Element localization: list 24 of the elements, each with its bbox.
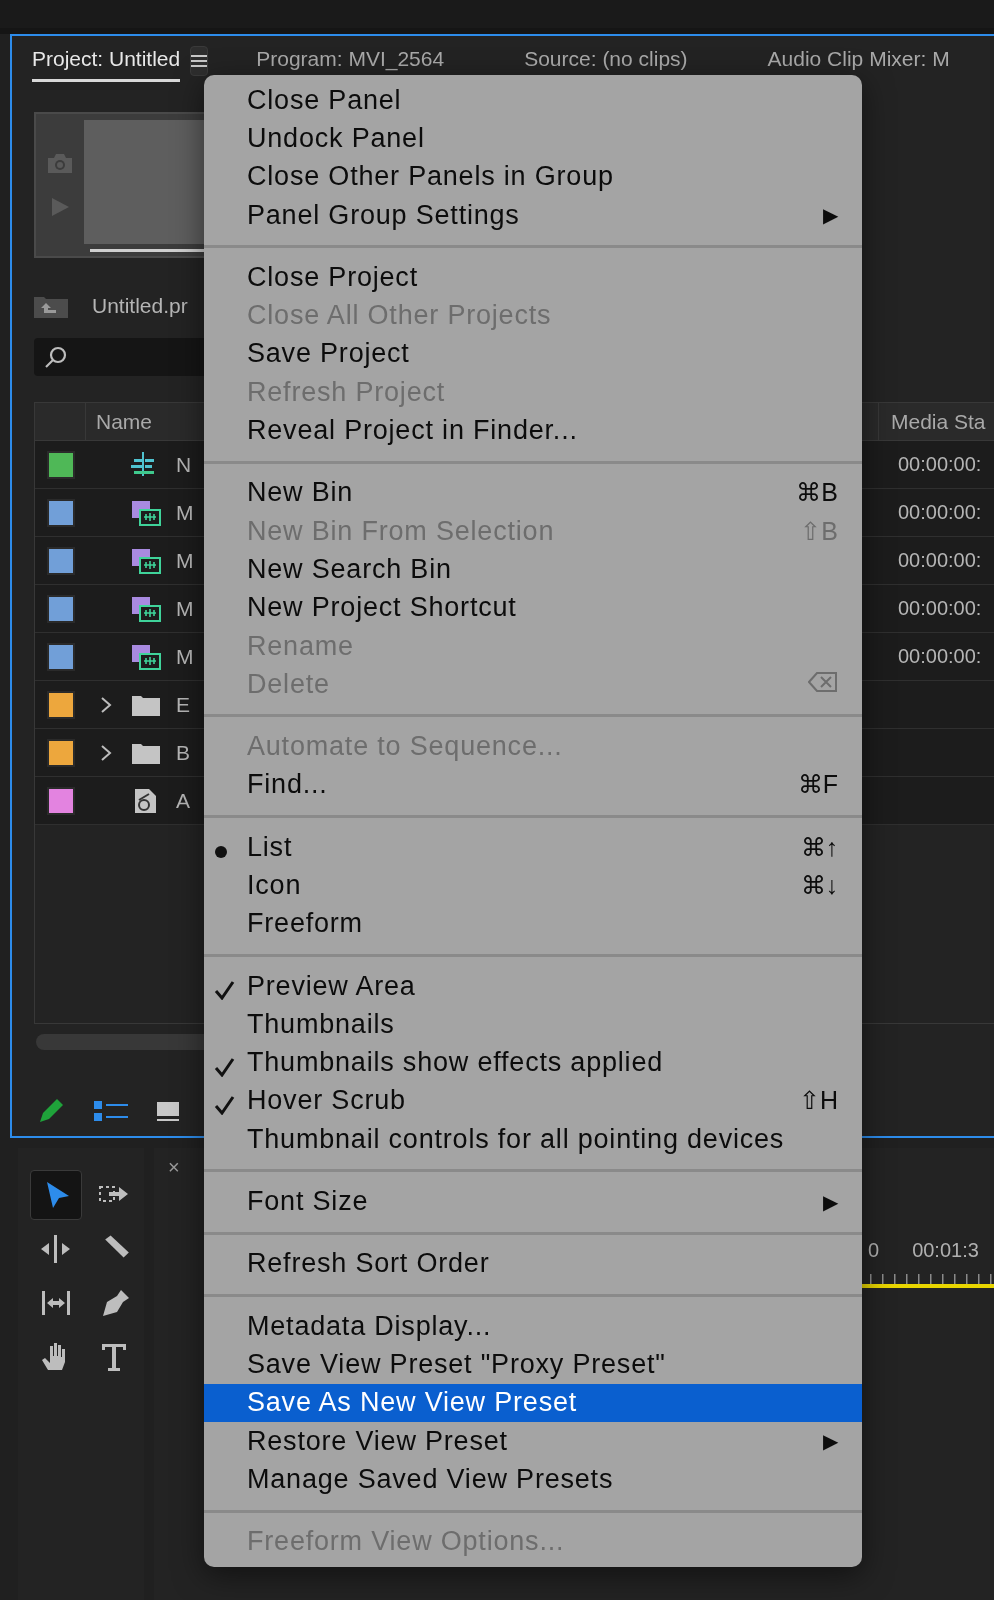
table-cell-text: 00:00:00:	[897, 645, 983, 668]
item-name: A	[176, 788, 190, 813]
shortcut-label: ⌘F	[797, 770, 838, 800]
item-name: M	[176, 548, 194, 573]
item-name: M	[176, 644, 194, 669]
item-name: N	[176, 452, 192, 477]
submenu-arrow: ▶	[823, 1429, 838, 1454]
item-name: M	[176, 500, 194, 525]
item-name: E	[176, 692, 190, 717]
item-name: M	[176, 596, 194, 621]
table-cell-text: 00:00:00:	[897, 501, 983, 524]
submenu-arrow: ▶	[823, 203, 838, 228]
shortcut-label: ⌘B	[796, 478, 838, 508]
timecode-label: 00:01:3	[912, 1239, 979, 1262]
shortcut-label: ⌘↓	[800, 871, 838, 900]
table-cell-text: 00:00:00:	[897, 597, 983, 620]
shortcut-label: ⌘↑	[800, 832, 838, 862]
table-cell-text: 00:00:00:	[897, 549, 983, 572]
project-path: Untitled.pr	[92, 294, 188, 318]
item-name: B	[176, 740, 190, 765]
submenu-arrow: ▶	[823, 1189, 838, 1214]
table-cell-text: 00:00:00:	[897, 453, 983, 476]
shortcut-label: ⇧H	[798, 1086, 838, 1116]
timecode-label: 0	[868, 1239, 880, 1262]
